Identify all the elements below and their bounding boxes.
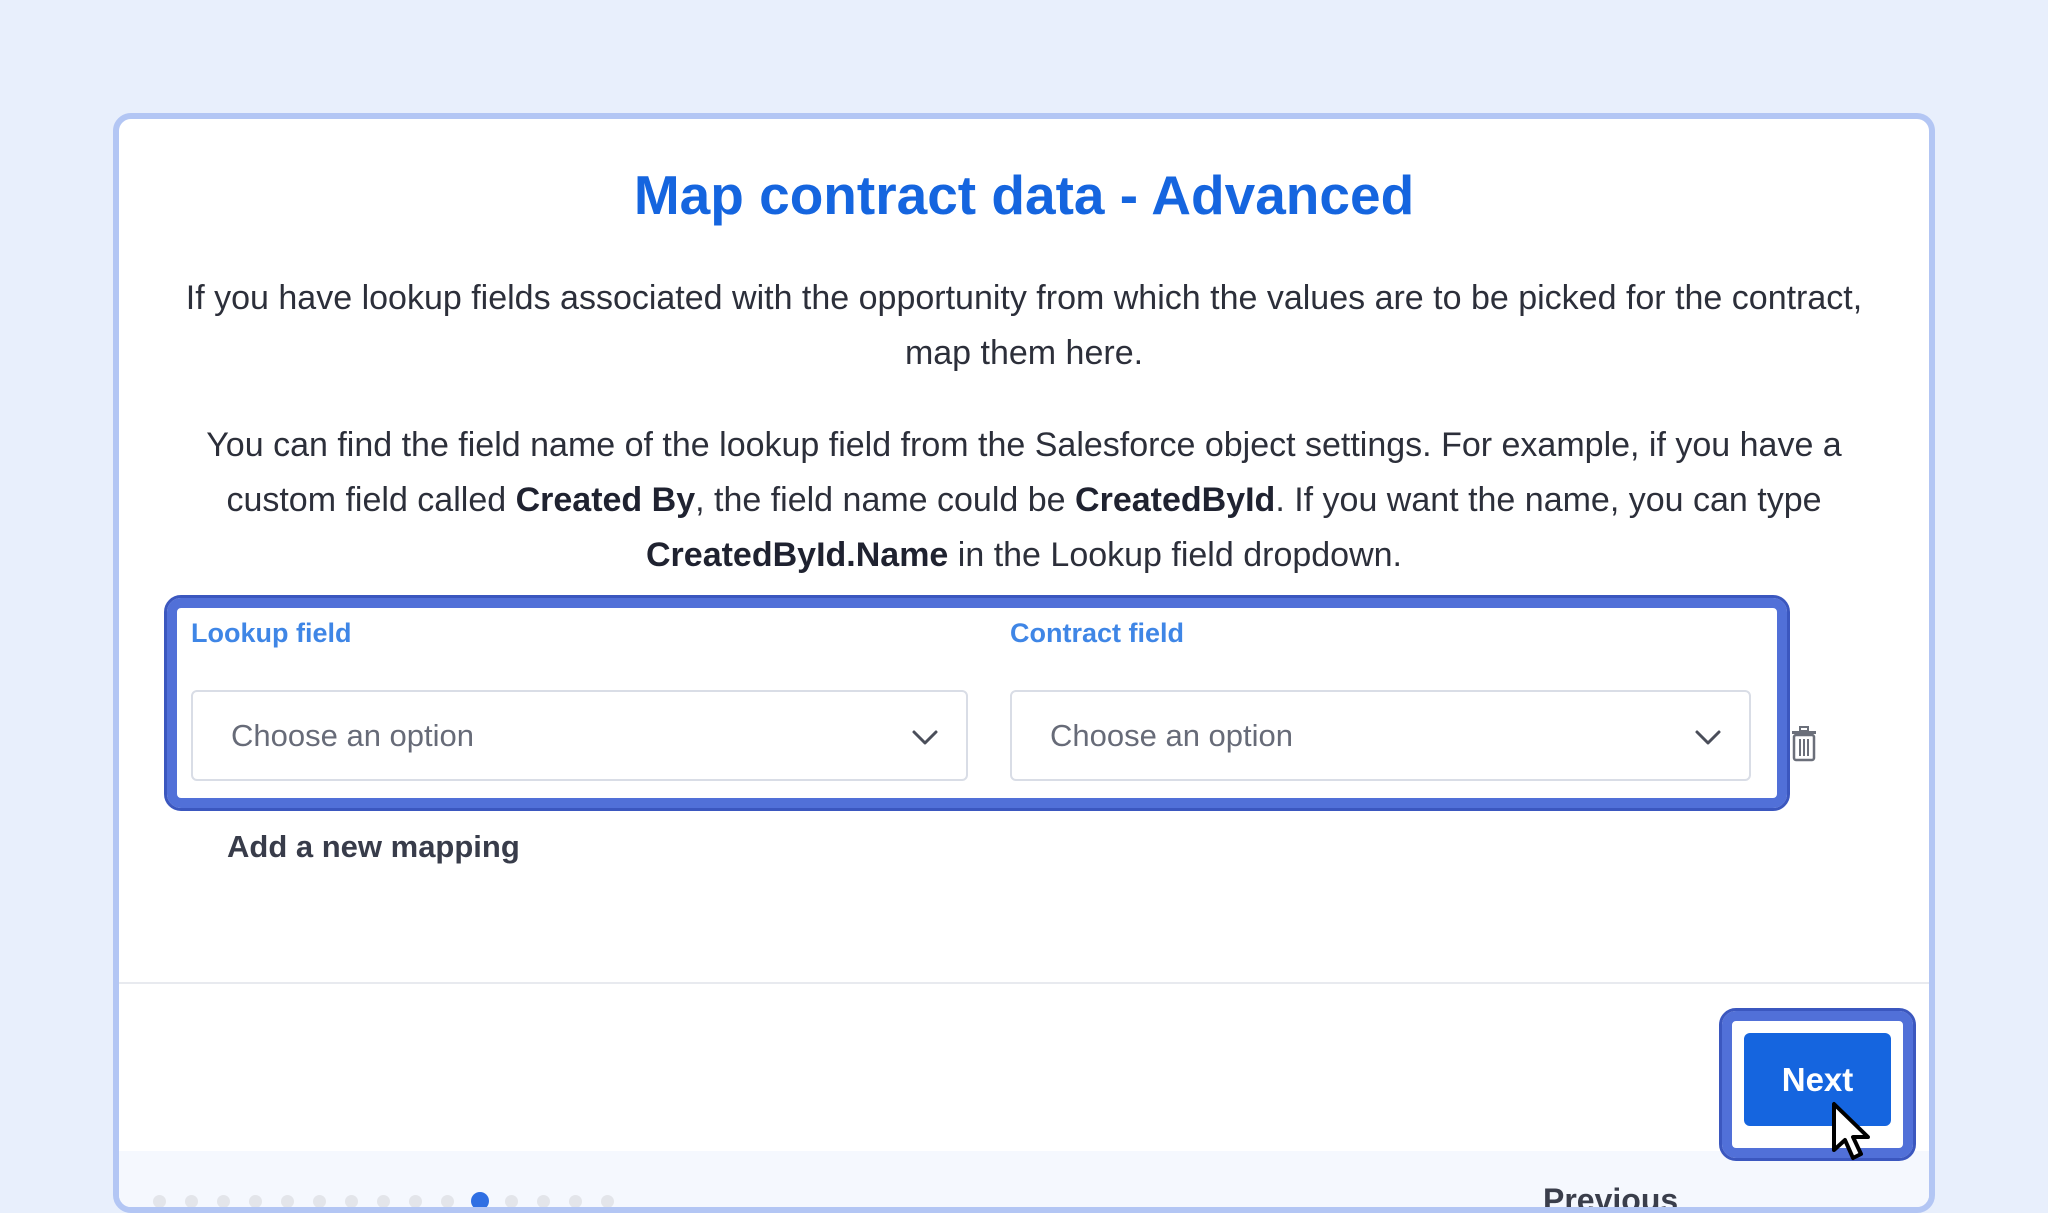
- step-indicator: [153, 1192, 633, 1207]
- step-dot: [409, 1194, 422, 1207]
- page-title: Map contract data - Advanced: [633, 164, 1415, 226]
- contract-field-select[interactable]: Choose an option: [1010, 690, 1751, 781]
- mouse-pointer-icon: [1832, 1102, 1870, 1160]
- step-dot-active: [471, 1192, 489, 1207]
- lookup-field-placeholder: Choose an option: [231, 718, 475, 753]
- help-text-bold: CreatedById.Name: [646, 536, 949, 574]
- lookup-field-label: Lookup field: [191, 618, 352, 648]
- step-dot: [281, 1194, 294, 1207]
- next-button-highlight: Next: [1719, 1008, 1916, 1161]
- step-dot: [569, 1194, 582, 1207]
- lookup-field-select[interactable]: Choose an option: [191, 690, 968, 781]
- step-dot: [377, 1194, 390, 1207]
- help-text-bold: Created By: [515, 481, 696, 519]
- step-dot: [313, 1194, 326, 1207]
- chevron-down-icon: [912, 730, 938, 745]
- step-dot: [441, 1194, 454, 1207]
- help-text: You can find the field name of the looku…: [179, 418, 1869, 583]
- step-dot: [505, 1194, 518, 1207]
- step-dot: [249, 1194, 262, 1207]
- step-dot: [217, 1194, 230, 1207]
- wizard-dialog: Map contract data - Advanced If you have…: [113, 113, 1935, 1213]
- help-text-part: , the field name could be: [695, 481, 1076, 519]
- divider: [119, 982, 1929, 984]
- contract-field-placeholder: Choose an option: [1050, 718, 1294, 753]
- previous-button[interactable]: Previous: [1543, 1182, 1678, 1207]
- help-text-part: . If you want the name, you can type: [1275, 481, 1822, 519]
- help-text-bold: CreatedById: [1075, 481, 1276, 519]
- step-dot: [185, 1194, 198, 1207]
- chevron-down-icon: [1695, 730, 1721, 745]
- contract-field-label: Contract field: [1010, 618, 1185, 648]
- step-dot: [345, 1194, 358, 1207]
- step-dot: [537, 1194, 550, 1207]
- trash-icon[interactable]: [1789, 726, 1819, 762]
- add-mapping-link[interactable]: Add a new mapping: [227, 829, 520, 865]
- step-dot: [153, 1194, 166, 1207]
- step-dot: [601, 1194, 614, 1207]
- intro-text: If you have lookup fields associated wit…: [185, 279, 1863, 372]
- help-text-part: in the Lookup field dropdown.: [948, 536, 1402, 574]
- mapping-row: Lookup field Contract field Choose an op…: [164, 595, 1790, 811]
